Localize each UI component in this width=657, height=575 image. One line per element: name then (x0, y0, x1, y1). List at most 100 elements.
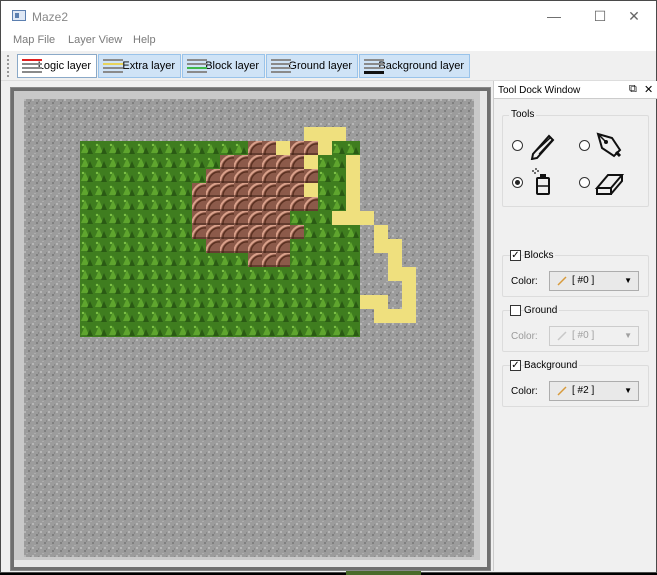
map-tile-yellow-logic-path[interactable] (332, 211, 346, 225)
map-tile-green-ground[interactable] (206, 309, 220, 323)
map-tile-green-ground[interactable] (136, 281, 150, 295)
map-tile-green-ground[interactable] (332, 267, 346, 281)
map-tile-brown-block[interactable] (220, 225, 234, 239)
map-tile-green-ground[interactable] (192, 155, 206, 169)
ground-checkbox[interactable] (510, 305, 521, 316)
map-tile-green-ground[interactable] (178, 225, 192, 239)
map-tile-green-ground[interactable] (234, 295, 248, 309)
dock-close-icon[interactable]: ✕ (644, 83, 653, 96)
map-tile-green-ground[interactable] (122, 239, 136, 253)
map-tile-green-ground[interactable] (220, 141, 234, 155)
map-tile-brown-block[interactable] (248, 211, 262, 225)
map-tile-green-ground[interactable] (206, 295, 220, 309)
map-tile-green-ground[interactable] (178, 197, 192, 211)
map-tile-green-ground[interactable] (80, 183, 94, 197)
map-tile-green-ground[interactable] (206, 281, 220, 295)
map-tile-brown-block[interactable] (206, 197, 220, 211)
map-tile-brown-block[interactable] (290, 197, 304, 211)
map-tile-green-ground[interactable] (346, 253, 360, 267)
map-tile-green-ground[interactable] (192, 239, 206, 253)
map-tile-yellow-logic-path[interactable] (388, 309, 402, 323)
map-tile-yellow-logic-path[interactable] (346, 155, 360, 169)
map-tile-green-ground[interactable] (248, 323, 262, 337)
map-tile-green-ground[interactable] (136, 183, 150, 197)
map-tile-green-ground[interactable] (94, 225, 108, 239)
map-tile-green-ground[interactable] (136, 309, 150, 323)
map-tile-green-ground[interactable] (122, 141, 136, 155)
map-tile-green-ground[interactable] (290, 323, 304, 337)
map-tile-green-ground[interactable] (136, 295, 150, 309)
map-tile-brown-block[interactable] (262, 141, 276, 155)
map-tile-green-ground[interactable] (164, 197, 178, 211)
map-tile-green-ground[interactable] (290, 267, 304, 281)
map-canvas[interactable] (24, 99, 474, 557)
map-tile-green-ground[interactable] (234, 141, 248, 155)
map-tile-green-ground[interactable] (164, 295, 178, 309)
map-tile-green-ground[interactable] (332, 309, 346, 323)
map-tile-green-ground[interactable] (80, 295, 94, 309)
map-tile-green-ground[interactable] (108, 239, 122, 253)
map-tile-green-ground[interactable] (94, 281, 108, 295)
map-tile-green-ground[interactable] (178, 253, 192, 267)
map-tile-green-ground[interactable] (178, 323, 192, 337)
pencil-icon[interactable] (527, 130, 557, 160)
pen-tool-radio[interactable] (579, 140, 590, 151)
map-tile-green-ground[interactable] (262, 309, 276, 323)
map-tile-green-ground[interactable] (164, 141, 178, 155)
map-tile-green-ground[interactable] (150, 281, 164, 295)
map-tile-green-ground[interactable] (94, 155, 108, 169)
map-tile-green-ground[interactable] (262, 295, 276, 309)
map-tile-green-ground[interactable] (346, 267, 360, 281)
map-tile-green-ground[interactable] (234, 253, 248, 267)
map-tile-green-ground[interactable] (80, 211, 94, 225)
map-tile-green-ground[interactable] (234, 281, 248, 295)
map-tile-green-ground[interactable] (178, 211, 192, 225)
map-tile-green-ground[interactable] (262, 281, 276, 295)
map-tile-green-ground[interactable] (290, 281, 304, 295)
map-tile-green-ground[interactable] (290, 211, 304, 225)
ground-layer-button[interactable]: Ground layer (266, 54, 358, 78)
map-tile-yellow-logic-path[interactable] (346, 183, 360, 197)
map-tile-green-ground[interactable] (332, 141, 346, 155)
map-tile-green-ground[interactable] (318, 267, 332, 281)
map-tile-brown-block[interactable] (206, 239, 220, 253)
map-tile-brown-block[interactable] (262, 169, 276, 183)
map-tile-green-ground[interactable] (108, 155, 122, 169)
map-tile-green-ground[interactable] (346, 141, 360, 155)
map-tile-green-ground[interactable] (150, 309, 164, 323)
map-tile-brown-block[interactable] (262, 211, 276, 225)
map-tile-green-ground[interactable] (94, 295, 108, 309)
map-tile-green-ground[interactable] (150, 225, 164, 239)
map-tile-green-ground[interactable] (206, 253, 220, 267)
map-tile-green-ground[interactable] (276, 323, 290, 337)
map-tile-green-ground[interactable] (108, 197, 122, 211)
eraser-icon[interactable] (594, 166, 624, 196)
logic-layer-button[interactable]: Logic layer (17, 54, 97, 78)
map-tile-green-ground[interactable] (122, 225, 136, 239)
map-tile-green-ground[interactable] (220, 281, 234, 295)
map-tile-brown-block[interactable] (262, 239, 276, 253)
map-tile-green-ground[interactable] (332, 225, 346, 239)
map-tile-green-ground[interactable] (290, 253, 304, 267)
map-tile-green-ground[interactable] (332, 197, 346, 211)
map-tile-green-ground[interactable] (192, 141, 206, 155)
map-tile-green-ground[interactable] (94, 169, 108, 183)
map-tile-green-ground[interactable] (248, 295, 262, 309)
map-tile-green-ground[interactable] (262, 267, 276, 281)
map-tile-green-ground[interactable] (234, 323, 248, 337)
map-tile-brown-block[interactable] (262, 225, 276, 239)
map-tile-green-ground[interactable] (164, 281, 178, 295)
map-tile-green-ground[interactable] (150, 323, 164, 337)
map-tile-green-ground[interactable] (332, 323, 346, 337)
map-tile-brown-block[interactable] (234, 155, 248, 169)
map-tile-brown-block[interactable] (290, 141, 304, 155)
map-tile-green-ground[interactable] (318, 323, 332, 337)
map-tile-green-ground[interactable] (122, 211, 136, 225)
map-tile-green-ground[interactable] (318, 183, 332, 197)
map-tile-green-ground[interactable] (318, 211, 332, 225)
map-tile-brown-block[interactable] (304, 141, 318, 155)
map-tile-green-ground[interactable] (276, 295, 290, 309)
map-tile-green-ground[interactable] (206, 141, 220, 155)
map-tile-green-ground[interactable] (150, 183, 164, 197)
map-tile-yellow-logic-path[interactable] (374, 295, 388, 309)
